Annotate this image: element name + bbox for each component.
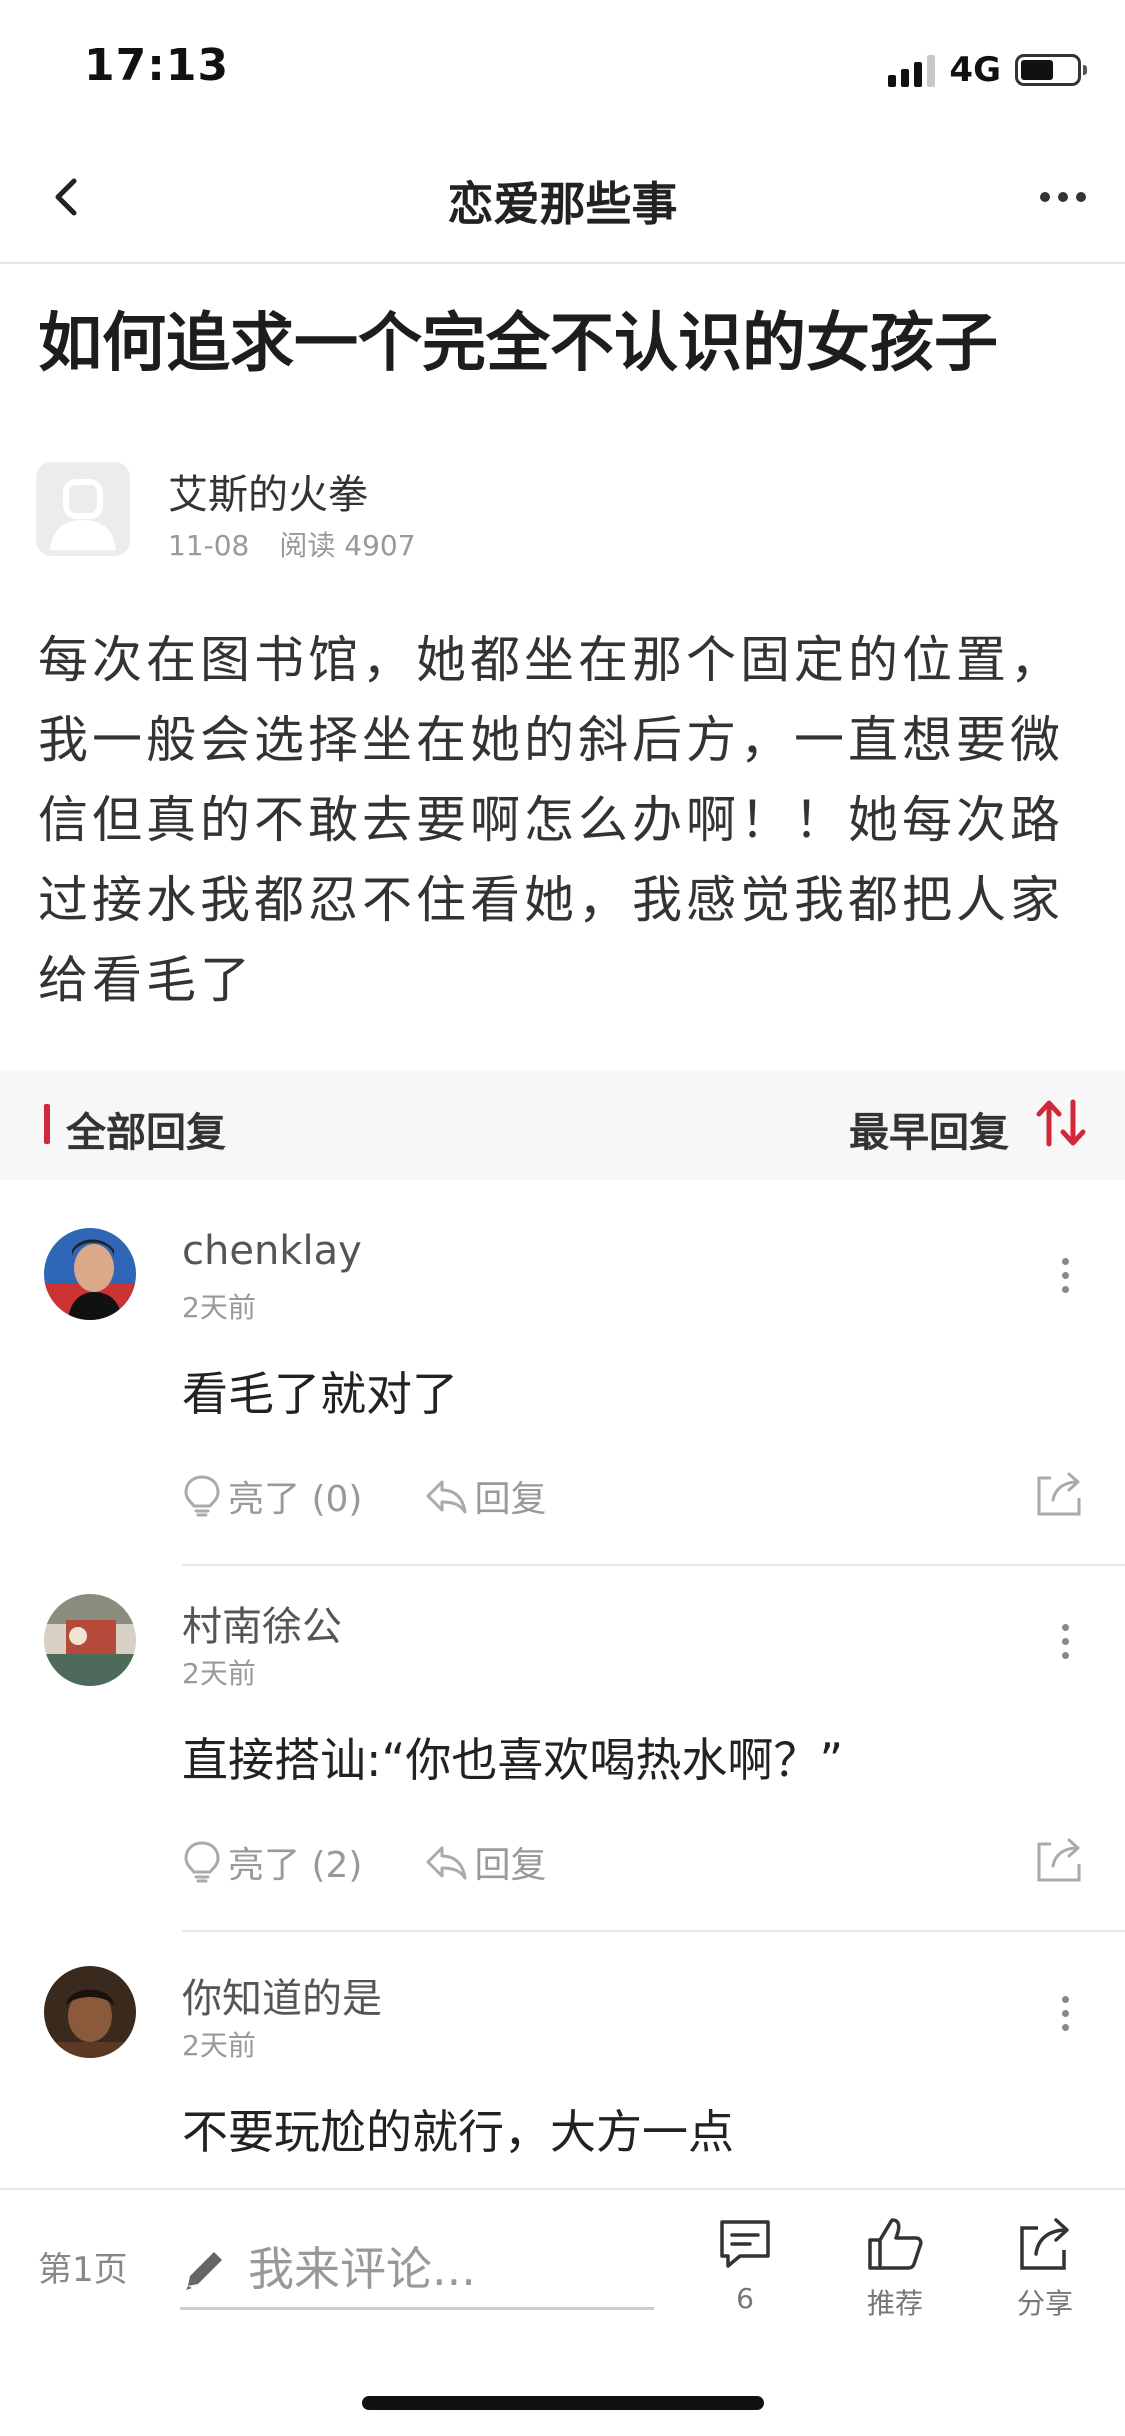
comment-actions: 亮了 (0) 回复 [182,1466,608,1526]
comment-more-button[interactable] [1045,1988,1085,2038]
status-bar: 17:13 4G [0,0,1125,130]
share-label: 分享 [1016,2287,1073,2320]
sort-order-button[interactable]: 最早回复 [849,1100,1009,1158]
comment-text: 不要玩尬的就行，大方一点 [182,2105,734,2159]
commenter-name[interactable]: chenklay [182,1228,362,1274]
lightbulb-icon [184,1475,220,1517]
share-icon[interactable] [1031,1832,1087,1888]
recommend-button[interactable]: 推荐 [840,2214,950,2334]
comment-time: 2天前 [182,2029,256,2062]
comment-text: 看毛了就对了 [182,1367,458,1421]
comment-bubble-icon [720,2220,770,2268]
status-icons: 4G [888,50,1087,90]
comment-actions: 亮了 (2) 回复 [182,1832,608,1892]
post-title: 如何追求一个完全不认识的女孩子 [38,307,998,381]
network-label: 4G [949,50,1001,90]
all-replies-label: 全部回复 [66,1110,226,1156]
user-photo-icon [44,1228,136,1320]
page-indicator[interactable]: 第1页 [38,2242,128,2291]
home-indicator [362,2396,764,2410]
like-count: 亮了 (0) [228,1479,363,1520]
post-date: 11-08 [168,529,250,562]
comment-divider [182,1930,1125,1932]
author-avatar[interactable] [36,462,130,556]
like-button[interactable]: 亮了 (2) [182,1836,362,1888]
reply-header: 全部回复 最早回复 [0,1070,1125,1180]
share-button[interactable]: 分享 [990,2214,1100,2334]
reply-button[interactable]: 回复 [424,1836,546,1888]
user-photo-icon [44,1966,136,2058]
recommend-label: 推荐 [866,2287,923,2320]
reply-icon [426,1480,467,1514]
default-avatar-icon [36,462,130,556]
read-count: 阅读 4907 [279,529,416,562]
reply-label: 回复 [474,1845,547,1886]
comment-more-button[interactable] [1045,1616,1085,1666]
lightbulb-icon [184,1841,220,1883]
thumbs-up-icon [868,2218,923,2270]
pencil-icon [186,2251,222,2290]
user-photo-icon [44,1594,136,1686]
comment-input-wrapper[interactable] [180,2230,654,2310]
signal-icon [888,53,936,87]
like-button[interactable]: 亮了 (0) [182,1470,362,1522]
reply-icon [426,1846,467,1880]
section-marker [44,1104,50,1144]
comment-text: 直接搭讪:“你也喜欢喝热水啊？” [182,1733,844,1787]
author-meta: 11-08 阅读 4907 [168,524,416,564]
comment-count: 6 [736,2282,754,2315]
reply-label: 回复 [474,1479,547,1520]
comment-time: 2天前 [182,1657,256,1690]
commenter-avatar[interactable] [44,1966,136,2058]
reply-button[interactable]: 回复 [424,1470,546,1522]
comment-input[interactable] [248,2241,638,2296]
more-button[interactable] [1033,170,1093,224]
like-count: 亮了 (2) [228,1845,363,1886]
battery-icon [1015,54,1087,86]
author-name[interactable]: 艾斯的火拳 [168,462,368,520]
commenter-name[interactable]: 你知道的是 [182,1966,382,2024]
status-time: 17:13 [84,40,230,91]
post-body: 每次在图书馆，她都坐在那个固定的位置，我一般会选择坐在她的斜后方，一直想要微信但… [38,631,1064,1009]
comment-divider [182,1564,1125,1566]
comment-more-button[interactable] [1045,1250,1085,1300]
commenter-name[interactable]: 村南徐公 [182,1594,342,1652]
page: 17:13 4G 恋爱那些事 如何追求一个完全不认识的女孩子 艾斯的火拳 11-… [0,0,1125,2436]
share-icon [1020,2218,1069,2270]
nav-bar: 恋爱那些事 [0,130,1125,264]
nav-title: 恋爱那些事 [447,177,678,231]
commenter-avatar[interactable] [44,1228,136,1320]
comment-time: 2天前 [182,1291,256,1324]
commenter-avatar[interactable] [44,1594,136,1686]
comments-button[interactable]: 6 [690,2214,800,2334]
more-horizontal-icon [1040,192,1086,202]
sort-icon[interactable] [1033,1098,1089,1148]
share-icon[interactable] [1031,1466,1087,1522]
